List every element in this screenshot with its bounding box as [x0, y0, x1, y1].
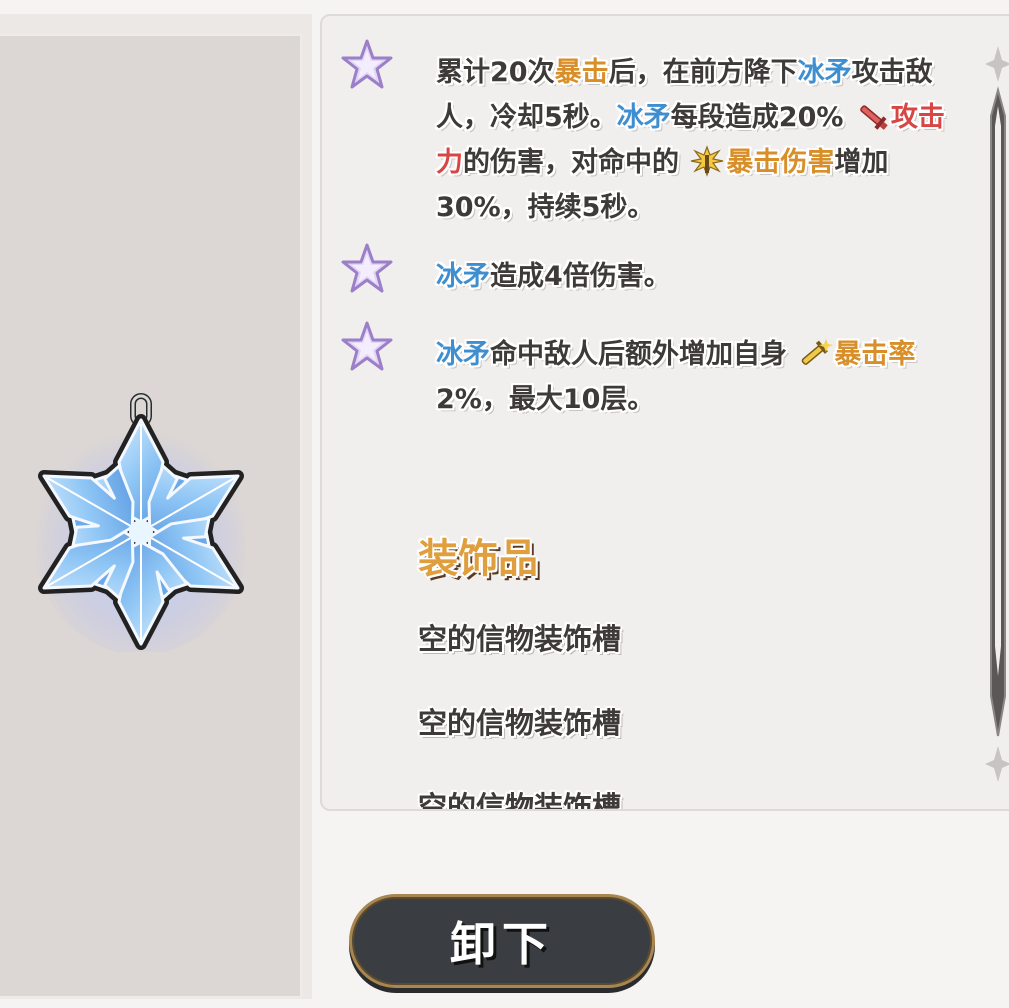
- unequip-button[interactable]: 卸下: [349, 894, 655, 988]
- relic-preview-panel: [0, 14, 312, 999]
- keyword-crit: 暴击: [554, 57, 609, 88]
- effect-text-segment: 累计20次: [436, 57, 555, 88]
- effect-text-segment: 的伤害，对命中的: [463, 147, 689, 178]
- description-scroll-area[interactable]: 累计20次暴击后，在前方降下冰矛攻击敌人，冷却5秒。冰矛每段造成20% 攻击力的…: [322, 16, 1009, 809]
- effect-text-segment: 每段造成20%: [670, 102, 853, 133]
- unequip-label: 卸下: [450, 917, 554, 971]
- keyword-ice: 冰矛: [616, 102, 671, 133]
- keyword-crit: 暴击率: [834, 339, 916, 370]
- effect-text-segment: 造成4倍伤害。: [490, 261, 671, 292]
- effect-text-segment: 命中敌人后额外增加自身: [490, 339, 797, 370]
- crit-rate-icon: [796, 337, 834, 369]
- keyword-crit: 暴击伤害: [726, 147, 835, 178]
- sword-icon: [853, 100, 891, 132]
- star-icon: [341, 243, 393, 293]
- effect-text-segment: 后，在前方降下: [608, 57, 798, 88]
- star-icon: [341, 321, 393, 371]
- accessory-slot-1[interactable]: 空的信物装饰槽: [418, 616, 621, 658]
- accessory-slot-2[interactable]: 空的信物装饰槽: [418, 700, 621, 742]
- scrollbar[interactable]: [985, 46, 1009, 786]
- relic-description-panel[interactable]: 累计20次暴击后，在前方降下冰矛攻击敌人，冷却5秒。冰矛每段造成20% 攻击力的…: [320, 14, 1009, 811]
- effect-text: 冰矛造成4倍伤害。: [436, 254, 966, 299]
- ice-snowflake-relic-icon: [36, 393, 246, 652]
- accessories-title: 装饰品: [418, 536, 538, 582]
- crit-damage-icon: [688, 145, 726, 177]
- keyword-ice: 冰矛: [436, 261, 490, 292]
- star-icon: [341, 39, 393, 89]
- effect-text: 累计20次暴击后，在前方降下冰矛攻击敌人，冷却5秒。冰矛每段造成20% 攻击力的…: [436, 50, 966, 230]
- keyword-ice: 冰矛: [436, 339, 490, 370]
- effect-text: 冰矛命中敌人后额外增加自身 暴击率 2%，最大10层。: [436, 332, 966, 422]
- effect-text-segment: 2%，最大10层。: [436, 384, 655, 415]
- keyword-ice: 冰矛: [797, 57, 852, 88]
- accessory-slot-3[interactable]: 空的信物装饰槽: [418, 784, 621, 809]
